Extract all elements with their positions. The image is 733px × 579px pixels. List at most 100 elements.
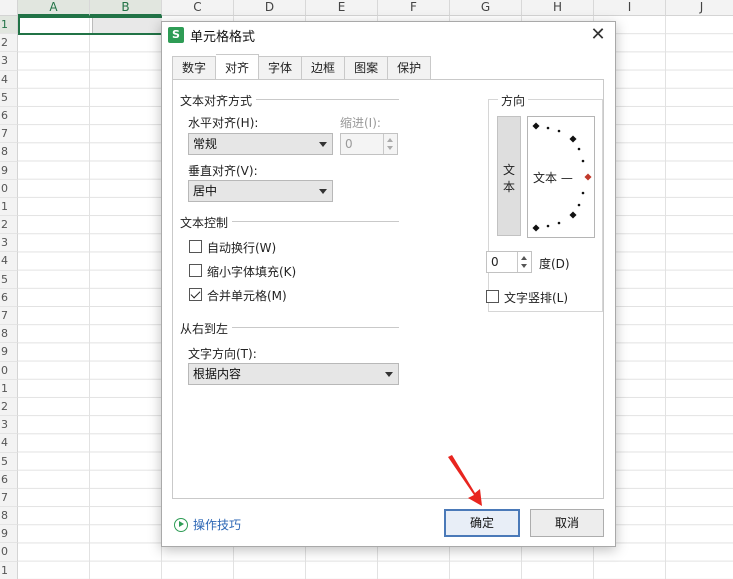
indent-spin-buttons (383, 134, 397, 154)
row-header[interactable]: 1 (0, 561, 18, 579)
annotation-arrow-icon (448, 455, 482, 506)
row-header[interactable]: 7 (0, 488, 18, 508)
vertical-text-preview[interactable]: 文本 (497, 116, 521, 236)
rtl-group-title: 从右到左 (180, 320, 233, 337)
column-header-e[interactable]: E (306, 0, 378, 16)
row-header[interactable]: 1 (0, 379, 18, 398)
tab-bar: 数字 对齐 字体 边框 图案 保护 (172, 54, 432, 80)
vertical-align-label: 垂直对齐(V): (188, 164, 258, 178)
row-header[interactable]: 2 (0, 397, 18, 417)
row-header[interactable]: 7 (0, 307, 18, 326)
row-header[interactable]: 3 (0, 52, 18, 71)
indent-stepper: 0 (340, 133, 398, 155)
row-headers: 1234567890123456789012345678901 (0, 16, 18, 579)
vertical-align-select[interactable]: 居中 (188, 180, 333, 202)
spin-up-icon (387, 138, 393, 142)
degree-value: 0 (491, 255, 499, 269)
tab-patterns[interactable]: 图案 (345, 56, 389, 79)
dialog-title: 单元格格式 (190, 30, 256, 45)
row-header[interactable]: 9 (0, 161, 18, 180)
spin-down-icon (521, 264, 527, 268)
row-header[interactable]: 8 (0, 325, 18, 344)
operation-tips-link[interactable]: 操作技巧 (174, 516, 241, 533)
vertical-align-value: 居中 (193, 184, 218, 198)
shrink-to-fit-checkbox[interactable] (189, 264, 202, 277)
close-icon[interactable]: ✕ (587, 24, 609, 46)
column-header-b[interactable]: B (90, 0, 162, 16)
text-direction-select[interactable]: 根据内容 (188, 363, 399, 385)
orientation-pointer (584, 173, 592, 181)
column-header-d[interactable]: D (234, 0, 306, 16)
play-help-icon (174, 517, 188, 532)
row-header[interactable]: 1 (0, 16, 18, 35)
row-header[interactable]: 5 (0, 452, 18, 471)
row-header[interactable]: 6 (0, 106, 18, 126)
row-header[interactable]: 4 (0, 434, 18, 453)
degree-stepper[interactable]: 0 (486, 251, 532, 273)
row-header[interactable]: 2 (0, 216, 18, 235)
select-all-corner[interactable] (0, 0, 18, 16)
row-header[interactable]: 0 (0, 361, 18, 380)
row-header[interactable]: 7 (0, 125, 18, 144)
merge-cells-label[interactable]: 合并单元格(M) (207, 287, 287, 304)
orientation-dial[interactable]: 文本 — (527, 116, 595, 238)
vertical-text-label: 文本 (503, 163, 516, 194)
row-header[interactable]: 5 (0, 88, 18, 107)
degree-label: 度(D) (539, 257, 570, 271)
row-header[interactable]: 6 (0, 288, 18, 307)
row-header[interactable]: 9 (0, 525, 18, 544)
horizontal-align-select[interactable]: 常规 (188, 133, 333, 155)
column-header-j[interactable]: J (666, 0, 733, 16)
app-logo-icon: S (168, 27, 184, 43)
shrink-to-fit-label[interactable]: 缩小字体填充(K) (207, 263, 296, 280)
merged-cell-b1 (92, 18, 162, 33)
operation-tips-label: 操作技巧 (193, 518, 242, 532)
row-header[interactable]: 5 (0, 270, 18, 289)
row-header[interactable]: 9 (0, 343, 18, 362)
indent-value: 0 (345, 137, 353, 151)
vertical-text-checkbox[interactable] (486, 290, 499, 303)
row-header[interactable]: 3 (0, 234, 18, 253)
chevron-down-icon (385, 372, 393, 377)
row-header[interactable]: 3 (0, 416, 18, 435)
dialog-titlebar[interactable]: S 单元格格式 ✕ (162, 22, 615, 48)
text-direction-value: 根据内容 (193, 367, 242, 381)
wrap-text-label[interactable]: 自动换行(W) (207, 239, 276, 256)
selected-range-a1-b1[interactable] (18, 16, 162, 35)
tab-alignment[interactable]: 对齐 (216, 54, 260, 79)
alignment-panel: 文本对齐方式 水平对齐(H): 常规 缩进(I): 0 垂直对齐(V): 居中 … (172, 79, 604, 499)
cancel-button[interactable]: 取消 (530, 509, 604, 537)
format-cells-dialog: S 单元格格式 ✕ 数字 对齐 字体 边框 图案 保护 文本对齐方式 水平对齐(… (161, 21, 616, 547)
column-header-g[interactable]: G (450, 0, 522, 16)
vertical-text-checkbox-label[interactable]: 文字竖排(L) (504, 289, 568, 306)
row-header[interactable]: 6 (0, 470, 18, 489)
text-alignment-group-title: 文本对齐方式 (180, 92, 257, 109)
ok-button[interactable]: 确定 (444, 509, 520, 537)
merge-cells-checkbox[interactable] (189, 288, 202, 301)
degree-spin-buttons[interactable] (517, 252, 531, 272)
tab-number[interactable]: 数字 (172, 56, 217, 79)
row-header[interactable]: 8 (0, 143, 18, 162)
wrap-text-checkbox[interactable] (189, 240, 202, 253)
column-header-a[interactable]: A (18, 0, 90, 16)
column-header-h[interactable]: H (522, 0, 594, 16)
column-header-f[interactable]: F (378, 0, 450, 16)
tab-protection[interactable]: 保护 (388, 56, 432, 79)
tab-border[interactable]: 边框 (302, 56, 346, 79)
chevron-down-icon (319, 189, 327, 194)
spin-down-icon (387, 146, 393, 150)
tab-font[interactable]: 字体 (259, 56, 303, 79)
row-header[interactable]: 2 (0, 34, 18, 53)
column-header-i[interactable]: I (594, 0, 666, 16)
row-header[interactable]: 0 (0, 179, 18, 198)
row-header[interactable]: 1 (0, 197, 18, 217)
row-header[interactable]: 4 (0, 70, 18, 89)
row-header[interactable]: 0 (0, 543, 18, 562)
row-header[interactable]: 4 (0, 252, 18, 271)
column-header-c[interactable]: C (162, 0, 234, 16)
spin-up-icon (521, 256, 527, 260)
text-direction-label: 文字方向(T): (188, 347, 257, 361)
row-header[interactable]: 8 (0, 507, 18, 526)
chevron-down-icon (319, 142, 327, 147)
orientation-group-title: 方向 (498, 92, 529, 109)
